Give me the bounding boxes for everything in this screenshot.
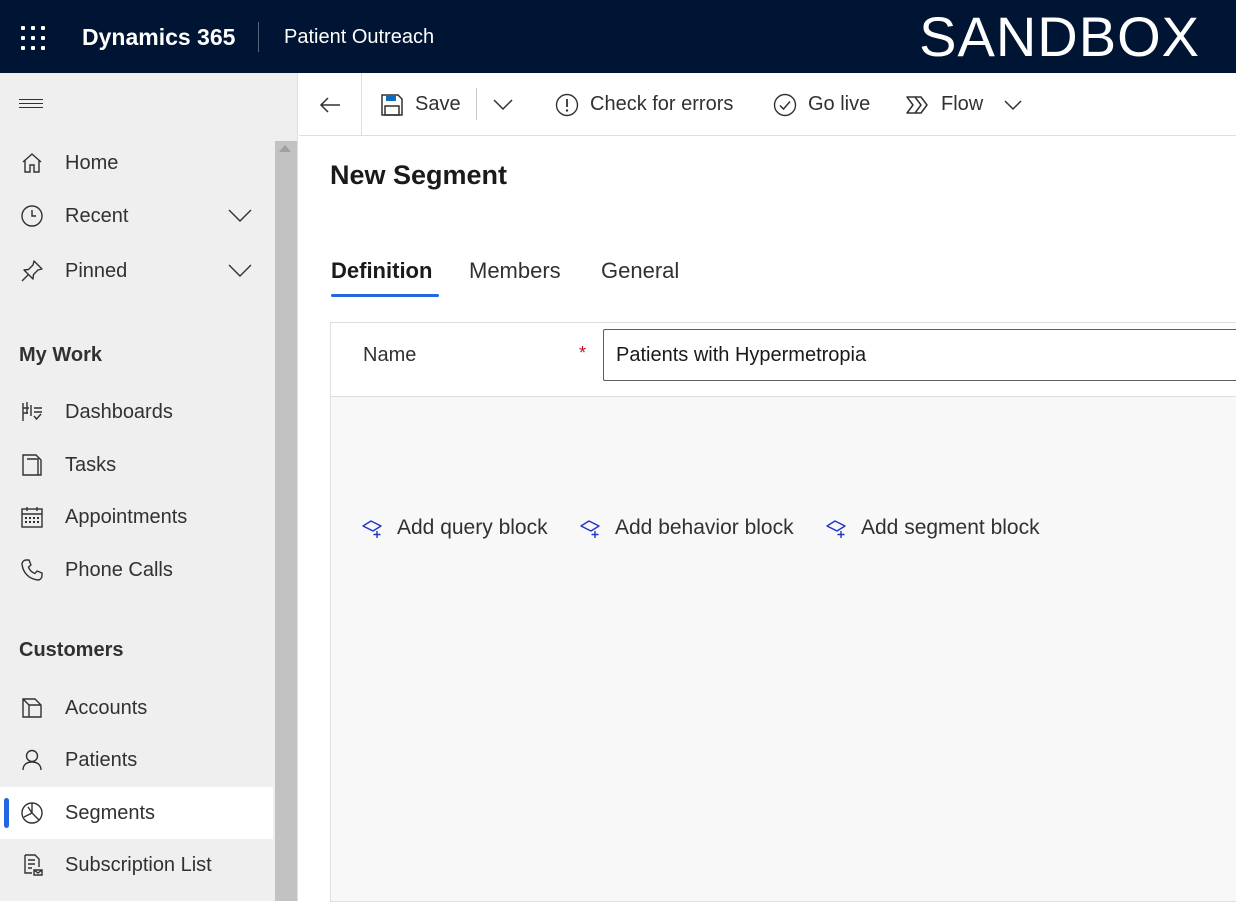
go-live-label: Go live: [808, 93, 871, 115]
save-icon: [379, 92, 405, 118]
add-query-block-label: Add query block: [397, 516, 548, 539]
sidebar-item-home[interactable]: Home: [0, 137, 273, 189]
sidebar-item-accounts[interactable]: Accounts: [0, 682, 273, 734]
group-title-customers: Customers: [19, 639, 124, 661]
phone-icon: [20, 558, 44, 582]
add-behavior-block-label: Add behavior block: [615, 516, 794, 539]
sidebar-item-phone-calls[interactable]: Phone Calls: [0, 544, 273, 596]
sidebar-item-segments[interactable]: Segments: [0, 787, 273, 839]
chevron-down-icon[interactable]: [228, 209, 252, 223]
go-live-button[interactable]: Go live: [772, 73, 870, 136]
add-block-icon: [580, 520, 600, 538]
sidebar-item-dashboards[interactable]: Dashboards: [0, 386, 273, 438]
required-marker: *: [579, 343, 587, 363]
calendar-icon: [20, 505, 44, 529]
scroll-up-arrow-icon[interactable]: [279, 145, 291, 152]
back-arrow-icon: [319, 96, 340, 113]
subscription-list-icon: [20, 853, 44, 877]
sidebar-item-label: Dashboards: [65, 400, 173, 423]
tasks-icon: [20, 453, 44, 477]
sidebar-item-label: Subscription List: [65, 853, 212, 876]
check-circle-icon: [772, 92, 798, 118]
name-label: Name: [363, 344, 417, 366]
sidebar-item-label: Segments: [65, 801, 156, 824]
active-tab-indicator: [331, 294, 439, 297]
chevron-down-icon[interactable]: [1003, 99, 1023, 111]
save-label: Save: [415, 93, 461, 115]
sidebar: Home Recent Pinned My Work Dashboards Ta…: [0, 73, 298, 901]
sidebar-item-label: Recent: [65, 204, 129, 227]
sidebar-item-label: Phone Calls: [65, 558, 173, 581]
save-options-dropdown[interactable]: [492, 73, 514, 136]
name-field-row: Name *: [331, 323, 1236, 397]
add-segment-block-label: Add segment block: [861, 516, 1040, 539]
tab-general[interactable]: General: [601, 258, 679, 284]
sidebar-item-patients[interactable]: Patients: [0, 734, 273, 786]
chevron-down-icon[interactable]: [228, 264, 252, 278]
add-segment-block-button[interactable]: Add segment block: [825, 513, 1040, 543]
add-query-block-button[interactable]: Add query block: [361, 513, 548, 543]
sidebar-item-label: Appointments: [65, 505, 188, 528]
person-icon: [20, 748, 44, 772]
tab-members[interactable]: Members: [469, 258, 561, 284]
info-circle-icon: [554, 92, 580, 118]
sidebar-item-label: Patients: [65, 748, 138, 771]
segments-icon: [20, 801, 44, 825]
add-block-icon: [826, 520, 846, 538]
sidebar-item-label: Accounts: [65, 696, 148, 719]
hamburger-menu-icon[interactable]: [19, 99, 43, 111]
segment-definition-panel: Name * Add query block Add behavior bloc…: [330, 322, 1236, 902]
sidebar-item-label: Pinned: [65, 259, 128, 282]
page-title: New Segment: [330, 160, 508, 190]
module-name[interactable]: Patient Outreach: [284, 26, 434, 49]
sidebar-item-recent[interactable]: Recent: [0, 190, 273, 242]
sidebar-item-label: Home: [65, 151, 119, 174]
chevron-down-icon: [493, 98, 513, 110]
clock-icon: [20, 204, 44, 228]
pin-icon: [20, 259, 44, 283]
sidebar-item-subscription-list[interactable]: Subscription List: [0, 839, 273, 891]
flow-icon: [905, 92, 931, 118]
check-for-errors-button[interactable]: Check for errors: [554, 73, 733, 136]
home-icon: [20, 151, 44, 175]
command-bar: Save Check for errors Go live Flow: [299, 73, 1236, 136]
top-bar: Dynamics 365 Patient Outreach SANDBOX: [0, 0, 1236, 73]
save-button[interactable]: Save: [379, 73, 461, 136]
flow-button[interactable]: Flow: [905, 73, 1023, 136]
name-input[interactable]: [603, 329, 1236, 381]
sidebar-item-pinned[interactable]: Pinned: [0, 245, 273, 297]
sidebar-scrollbar[interactable]: [275, 141, 297, 901]
app-name[interactable]: Dynamics 365: [82, 24, 235, 51]
app-launcher-icon[interactable]: [20, 25, 46, 51]
back-button[interactable]: [299, 73, 362, 136]
command-separator: [476, 88, 477, 120]
flow-label: Flow: [941, 93, 984, 115]
header-divider: [258, 22, 259, 52]
group-title-my-work: My Work: [19, 344, 102, 366]
add-behavior-block-button[interactable]: Add behavior block: [579, 513, 794, 543]
environment-label: SANDBOX: [919, 5, 1200, 68]
check-for-errors-label: Check for errors: [590, 93, 734, 115]
accounts-icon: [20, 696, 44, 720]
sidebar-item-label: Tasks: [65, 453, 117, 476]
add-block-icon: [362, 520, 382, 538]
dashboard-icon: [20, 400, 44, 424]
tab-definition[interactable]: Definition: [331, 258, 432, 284]
sidebar-item-tasks[interactable]: Tasks: [0, 439, 273, 491]
sidebar-item-appointments[interactable]: Appointments: [0, 491, 273, 543]
